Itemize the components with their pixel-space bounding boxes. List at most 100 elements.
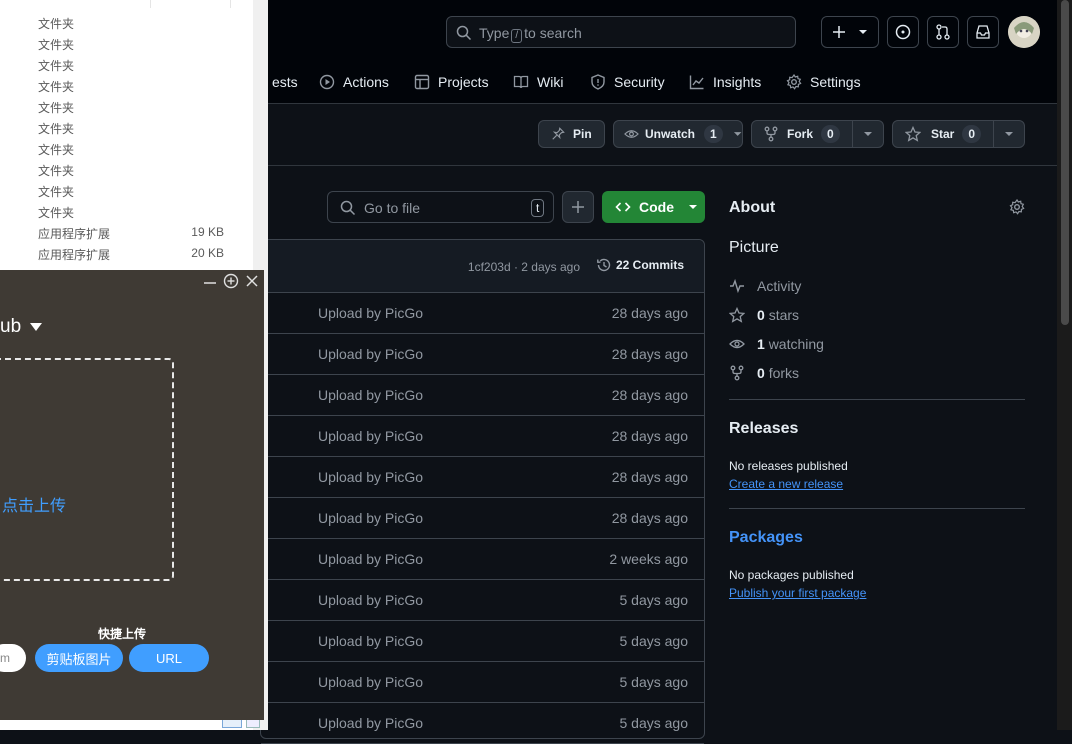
fork-icon [764, 126, 778, 142]
table-icon [414, 74, 430, 90]
inbox-button[interactable] [967, 16, 999, 48]
divider [729, 399, 1025, 400]
file-type: 应用程序扩展 [38, 248, 111, 262]
watching-count: 1 [757, 336, 765, 352]
file-type: 文件夹 [38, 80, 75, 94]
releases-title[interactable]: Releases [729, 420, 798, 438]
fork-icon [730, 365, 744, 381]
global-search-input[interactable]: Type / to search [446, 16, 796, 48]
window-scrollbar[interactable] [1057, 0, 1072, 730]
explorer-row[interactable]: 文件夹 [0, 96, 268, 117]
pull-requests-button[interactable] [927, 16, 959, 48]
add-file-button[interactable] [562, 191, 594, 223]
explorer-row[interactable]: 应用程序扩展 19 KB [0, 222, 268, 243]
upload-format-input[interactable]: m [0, 644, 26, 672]
explorer-row[interactable]: 文件夹 [0, 117, 268, 138]
commit-message[interactable]: Upload by PicGo [318, 510, 423, 526]
commit-message[interactable]: Upload by PicGo [318, 387, 423, 403]
tab-label: Actions [343, 74, 389, 90]
go-to-file-input[interactable]: Go to file t [327, 191, 554, 223]
code-button[interactable]: Code [602, 191, 705, 223]
explorer-row[interactable]: 文件夹 [0, 54, 268, 75]
book-icon [513, 75, 529, 89]
commit-message[interactable]: Upload by PicGo [318, 346, 423, 362]
file-row[interactable]: Upload by PicGo 5 days ago [261, 703, 704, 744]
tab-settings[interactable]: Settings [786, 72, 861, 92]
explorer-row[interactable]: 文件夹 [0, 159, 268, 180]
fork-label: Fork [787, 127, 814, 141]
commit-message[interactable]: Upload by PicGo [318, 633, 423, 649]
close-icon[interactable] [245, 274, 259, 288]
gear-icon[interactable] [1009, 199, 1025, 215]
file-row[interactable]: Upload by PicGo 28 days ago [261, 293, 704, 334]
file-row[interactable]: Upload by PicGo 5 days ago [261, 621, 704, 662]
activity-link[interactable]: Activity [729, 278, 801, 294]
explorer-row[interactable]: 文件夹 [0, 12, 268, 33]
uploader-selector[interactable]: ub [0, 316, 43, 338]
publish-package-link[interactable]: Publish your first package [729, 586, 866, 600]
file-row[interactable]: Upload by PicGo 5 days ago [261, 580, 704, 621]
file-row[interactable]: Upload by PicGo 28 days ago [261, 498, 704, 539]
mini-window-icon[interactable] [223, 273, 239, 289]
commit-message[interactable]: Upload by PicGo [318, 469, 423, 485]
star-label: Star [931, 127, 955, 141]
file-type: 文件夹 [38, 206, 75, 220]
commit-hash-age[interactable]: 1cf203d · 2 days ago [468, 260, 580, 274]
minimize-icon[interactable] [203, 276, 217, 290]
explorer-row[interactable]: 文件夹 [0, 201, 268, 222]
commit-message[interactable]: Upload by PicGo [318, 674, 423, 690]
stars-link[interactable]: 0 stars [729, 307, 799, 323]
avatar[interactable] [1008, 16, 1040, 48]
tab-security[interactable]: Security [590, 72, 665, 92]
explorer-row[interactable]: 文件夹 [0, 180, 268, 201]
packages-title[interactable]: Packages [729, 529, 803, 547]
tab-insights[interactable]: Insights [689, 72, 761, 92]
commit-message[interactable]: Upload by PicGo [318, 715, 423, 731]
commit-age: 5 days ago [619, 674, 689, 690]
create-release-link[interactable]: Create a new release [729, 477, 843, 491]
create-new-button[interactable] [821, 16, 879, 48]
fork-button[interactable]: Fork 0 [751, 120, 884, 148]
commits-link[interactable]: 22 Commits [596, 257, 684, 273]
divider [729, 508, 1025, 509]
explorer-row[interactable]: 文件夹 [0, 33, 268, 54]
tab-projects[interactable]: Projects [414, 72, 489, 92]
scrollbar-thumb[interactable] [1061, 0, 1069, 325]
tab-actions[interactable]: Actions [319, 72, 389, 92]
commit-message[interactable]: Upload by PicGo [318, 305, 423, 321]
file-row[interactable]: Upload by PicGo 2 weeks ago [261, 539, 704, 580]
commit-message[interactable]: Upload by PicGo [318, 428, 423, 444]
explorer-row[interactable]: 应用程序扩展 20 KB [0, 243, 268, 264]
chevron-down-icon [863, 132, 872, 136]
pin-icon [552, 127, 565, 140]
file-row[interactable]: Upload by PicGo 5 days ago [261, 662, 704, 703]
pin-button[interactable]: Pin [538, 120, 605, 148]
explorer-row[interactable]: 文件夹 [0, 75, 268, 96]
watching-link[interactable]: 1 watching [729, 336, 824, 352]
commit-message[interactable]: Upload by PicGo [318, 551, 423, 567]
star-button[interactable]: Star 0 [892, 120, 1025, 148]
file-type: 应用程序扩展 [38, 227, 111, 241]
upload-dropzone[interactable]: 点击上传 [0, 358, 174, 581]
chevron-down-icon [733, 132, 742, 136]
tab-label: Security [614, 74, 665, 90]
shortcut-key: t [531, 199, 545, 217]
forks-link[interactable]: 0 forks [729, 365, 799, 381]
commit-message[interactable]: Upload by PicGo [318, 592, 423, 608]
url-upload-button[interactable]: URL [129, 644, 209, 672]
file-row[interactable]: Upload by PicGo 28 days ago [261, 334, 704, 375]
file-row[interactable]: Upload by PicGo 28 days ago [261, 375, 704, 416]
issues-button[interactable] [887, 16, 919, 48]
unwatch-button[interactable]: Unwatch 1 [613, 120, 743, 148]
code-label: Code [639, 199, 674, 215]
file-row[interactable]: Upload by PicGo 28 days ago [261, 457, 704, 498]
commit-age: 5 days ago [619, 715, 689, 731]
tab-pull-requests[interactable]: ests [272, 72, 298, 92]
tab-wiki[interactable]: Wiki [513, 72, 563, 92]
search-hint: Type / to search [479, 25, 582, 43]
clipboard-upload-button[interactable]: 剪贴板图片 [35, 644, 123, 672]
explorer-row[interactable]: 文件夹 [0, 138, 268, 159]
click-to-upload-text[interactable]: 点击上传 [2, 492, 66, 516]
file-row[interactable]: Upload by PicGo 28 days ago [261, 416, 704, 457]
commit-age: 5 days ago [619, 633, 689, 649]
